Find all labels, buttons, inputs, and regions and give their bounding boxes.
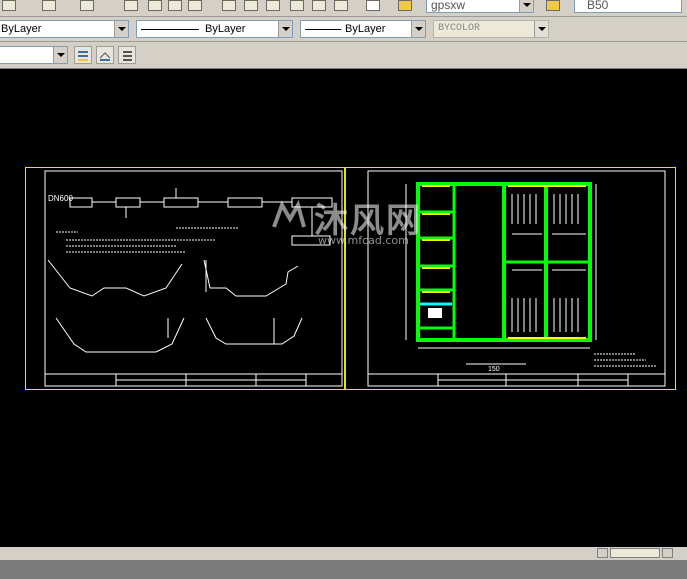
scroll-right-icon[interactable]: [662, 548, 673, 558]
layer-previous-icon[interactable]: [118, 46, 136, 64]
calculator-icon[interactable]: [334, 0, 348, 11]
standard-toolbar: gpsxw B50: [0, 0, 687, 17]
chevron-down-icon[interactable]: [53, 47, 67, 63]
chevron-down-icon[interactable]: [411, 21, 425, 37]
sheet-set-icon[interactable]: [290, 0, 304, 11]
horizontal-scrollbar[interactable]: [0, 547, 687, 560]
dim-style-icon[interactable]: [546, 0, 560, 11]
layer-states-icon[interactable]: [96, 46, 114, 64]
properties-toolbar: ByLayer ByLayer ByLayer BYCOLOR: [0, 17, 687, 42]
chevron-down-icon: [534, 21, 548, 37]
plot-style-control[interactable]: BYCOLOR: [433, 20, 549, 38]
tool-icon[interactable]: [2, 0, 16, 11]
plot-style-value: BYCOLOR: [438, 23, 481, 34]
dim-style-value: B50: [587, 0, 609, 12]
text-style-combo[interactable]: gpsxw: [426, 0, 534, 13]
layers-toolbar: [0, 42, 687, 69]
linetype-control-value: ByLayer: [205, 23, 246, 35]
undo-icon[interactable]: [42, 0, 56, 11]
pan-icon[interactable]: [124, 0, 138, 11]
redo-icon[interactable]: [80, 0, 94, 11]
lineweight-control-value: ByLayer: [345, 23, 386, 35]
text-style-icon[interactable]: [398, 0, 412, 11]
tool-palettes-icon[interactable]: [266, 0, 280, 11]
scroll-left-icon[interactable]: [597, 548, 608, 558]
scroll-thumb[interactable]: [610, 548, 660, 558]
status-bar: [0, 560, 687, 579]
design-center-icon[interactable]: [244, 0, 258, 11]
watermark-url: www.mfcad.com: [318, 234, 409, 247]
chevron-down-icon[interactable]: [114, 21, 128, 37]
drawing-canvas[interactable]: DN600 150 沐风网 www.mfcad.com: [0, 69, 687, 547]
properties-icon[interactable]: [222, 0, 236, 11]
markup-icon[interactable]: [312, 0, 326, 11]
chevron-down-icon[interactable]: [519, 0, 533, 12]
help-icon[interactable]: [366, 0, 380, 11]
lineweight-sample: [305, 29, 341, 30]
zoom-previous-icon[interactable]: [188, 0, 202, 11]
scale-label: 150: [488, 366, 500, 373]
lineweight-control[interactable]: ByLayer: [300, 20, 426, 38]
mfcad-logo-icon: [268, 197, 308, 237]
linetype-control[interactable]: ByLayer: [136, 20, 293, 38]
pipe-size-label: DN600: [48, 194, 73, 203]
zoom-realtime-icon[interactable]: [148, 0, 162, 11]
dim-style-combo[interactable]: B50: [574, 0, 682, 13]
linetype-sample: [141, 29, 199, 30]
zoom-window-icon[interactable]: [168, 0, 182, 11]
text-style-value: gpsxw: [431, 0, 466, 12]
chevron-down-icon[interactable]: [278, 21, 292, 37]
layer-control[interactable]: [0, 46, 68, 64]
color-control-value: ByLayer: [1, 23, 42, 35]
color-control[interactable]: ByLayer: [0, 20, 129, 38]
make-object-layer-current-icon[interactable]: [74, 46, 92, 64]
